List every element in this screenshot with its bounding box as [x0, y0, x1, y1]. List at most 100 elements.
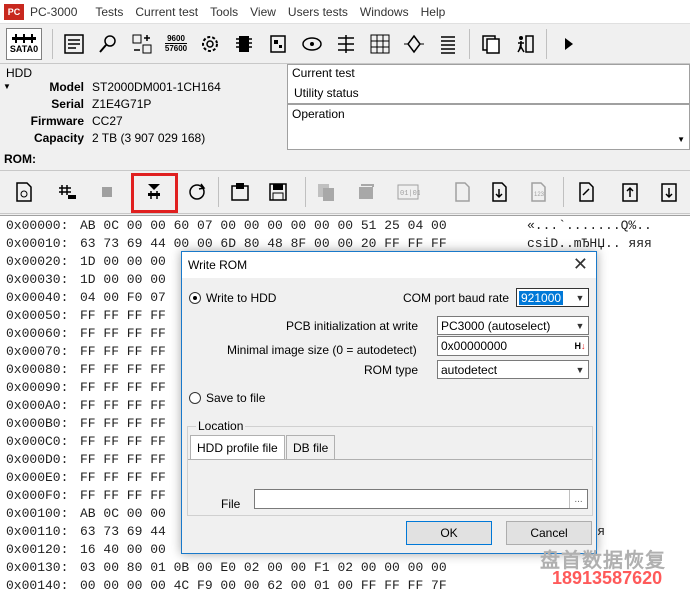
hex-address: 0x00120:: [6, 542, 69, 557]
rom-download-icon[interactable]: [655, 178, 683, 206]
rom-edit-icon[interactable]: [572, 178, 600, 206]
main-toolbar: SATA0 9600 57600: [0, 24, 690, 64]
transfer-icon[interactable]: [128, 30, 156, 58]
tab-hdd-profile-file[interactable]: HDD profile file: [190, 435, 285, 459]
hdd-value: CC27: [92, 114, 123, 128]
play-icon[interactable]: [554, 30, 582, 58]
sata-port-button[interactable]: SATA0: [6, 27, 42, 60]
location-title: Location: [196, 419, 246, 433]
save-to-file-label: Save to file: [206, 391, 266, 405]
hdd-value: 2 TB (3 907 029 168): [92, 131, 206, 145]
watermark: 盘首数据恢复 18913587620: [540, 544, 690, 594]
ok-button-label: OK: [440, 526, 458, 540]
menu-windows[interactable]: Windows: [354, 5, 415, 19]
rom-copy-icon[interactable]: [312, 178, 340, 206]
menu-users-tests[interactable]: Users tests: [282, 5, 354, 19]
file-path-input[interactable]: ...: [254, 489, 588, 509]
chevron-down-icon: ▼: [575, 364, 585, 375]
board-icon[interactable]: [264, 30, 292, 58]
rom-hex-icon[interactable]: 01|01: [394, 178, 422, 206]
rom-stop-icon[interactable]: [93, 178, 121, 206]
rom-write-icon[interactable]: [140, 178, 168, 206]
rom-save-icon[interactable]: [264, 178, 292, 206]
tab-db-file[interactable]: DB file: [286, 435, 336, 459]
menu-tools[interactable]: Tools: [204, 5, 244, 19]
hex-address: 0x00110:: [6, 524, 69, 539]
tab-label: HDD profile file: [197, 440, 278, 455]
cancel-button[interactable]: Cancel: [506, 521, 592, 545]
disk-icon[interactable]: [298, 30, 326, 58]
hex-bytes: FF FF FF FF: [80, 434, 166, 449]
write-rom-dialog: Write ROM ✕ Write to HDD COM port baud r…: [181, 251, 597, 554]
rom-settings-icon[interactable]: [10, 178, 38, 206]
menu-view[interactable]: View: [244, 5, 282, 19]
rom-read-icon[interactable]: [53, 178, 81, 206]
hex-ascii: «...`.......Q%..: [527, 218, 652, 233]
flow-icon[interactable]: [400, 30, 428, 58]
hdd-row-model: Model ST2000DM001-1CH164: [0, 80, 285, 97]
com-baud-select[interactable]: 921000 ▼: [516, 288, 589, 307]
chip-icon[interactable]: [230, 30, 258, 58]
write-to-hdd-radio[interactable]: [189, 292, 201, 304]
hex-address: 0x000A0:: [6, 398, 69, 413]
rom-upload-icon[interactable]: [616, 178, 644, 206]
com-baud-value: 921000: [519, 291, 564, 305]
chevron-down-icon[interactable]: ▼: [677, 135, 685, 144]
hdd-key: Serial: [51, 97, 84, 111]
rom-label: ROM:: [4, 152, 36, 166]
list-icon[interactable]: [434, 30, 462, 58]
rom-type-select[interactable]: autodetect ▼: [437, 360, 589, 379]
ok-button[interactable]: OK: [406, 521, 492, 545]
hex-address: 0x00090:: [6, 380, 69, 395]
hex-bytes: 04 00 F0 07: [80, 290, 166, 305]
rom-toolbar: 01|01 123: [0, 170, 690, 214]
hex-address: 0x00030:: [6, 272, 69, 287]
rom-refresh-icon[interactable]: [183, 178, 211, 206]
hex-address: 0x00060:: [6, 326, 69, 341]
operation-panel: Operation ▼: [287, 104, 690, 150]
menu-bar: PC PC-3000 Tests Current test Tools View…: [0, 0, 690, 24]
grid-icon[interactable]: [366, 30, 394, 58]
baud-rate-icon[interactable]: 9600 57600: [162, 30, 190, 58]
copy-icon[interactable]: [477, 30, 505, 58]
hex-bytes: FF FF FF FF: [80, 416, 166, 431]
app-logo-text: PC: [7, 6, 21, 17]
hex-bytes: FF FF FF FF: [80, 308, 166, 323]
min-image-value: 0x00000000: [441, 339, 508, 353]
hdd-key: Firmware: [30, 114, 84, 128]
hex-address: 0x00010:: [6, 236, 69, 251]
hex-bytes: 16 40 00 00: [80, 542, 166, 557]
operation-title: Operation: [292, 107, 345, 121]
rom-open-icon[interactable]: [226, 178, 254, 206]
hex-bytes: FF FF FF FF: [80, 380, 166, 395]
baud-rate-icon-text-bottom: 57600: [164, 43, 188, 53]
current-test-panel: Current test Utility status: [287, 64, 690, 104]
hex-address: 0x00080:: [6, 362, 69, 377]
hex-address: 0x000D0:: [6, 452, 69, 467]
min-image-input[interactable]: 0x00000000 H ↓: [437, 336, 589, 356]
pcb-init-select[interactable]: PC3000 (autoselect) ▼: [437, 316, 589, 335]
hex-address: 0x00040:: [6, 290, 69, 305]
menu-tests[interactable]: Tests: [89, 5, 129, 19]
rom-numbered-icon[interactable]: 123: [524, 178, 552, 206]
menu-help[interactable]: Help: [415, 5, 452, 19]
search-icon[interactable]: [94, 30, 122, 58]
close-icon[interactable]: ✕: [573, 254, 588, 275]
rom-module-icon[interactable]: [352, 178, 380, 206]
exit-icon[interactable]: [511, 30, 539, 58]
hdd-value: Z1E4G71P: [92, 97, 152, 111]
rom-export-icon[interactable]: [485, 178, 513, 206]
heads-icon[interactable]: [332, 30, 360, 58]
rom-new-file-icon[interactable]: [448, 178, 476, 206]
watermark-phone: 18913587620: [552, 568, 663, 588]
hex-toggle-icon[interactable]: H ↓: [572, 337, 588, 354]
gear-icon[interactable]: [196, 30, 224, 58]
save-to-file-radio[interactable]: [189, 392, 201, 404]
menu-current-test[interactable]: Current test: [129, 5, 204, 19]
hdd-id-icon[interactable]: [60, 30, 88, 58]
dialog-titlebar[interactable]: Write ROM ✕: [182, 252, 596, 278]
hex-bytes: 1D 00 00 00: [80, 272, 166, 287]
baud-rate-icon-text-top: 9600: [167, 34, 185, 43]
browse-button[interactable]: ...: [569, 490, 587, 508]
hex-bytes: FF FF FF FF: [80, 398, 166, 413]
